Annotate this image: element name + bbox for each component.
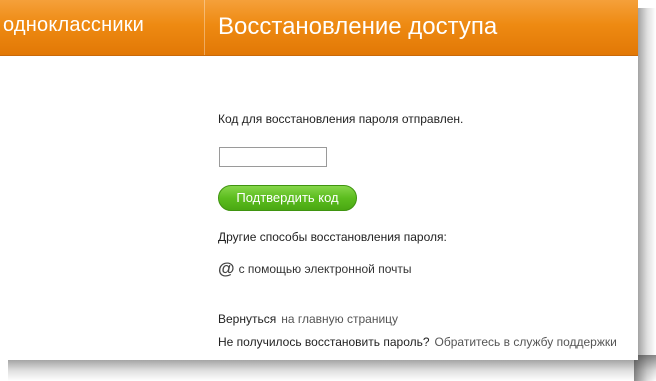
page-content: одноклассники Восстановление доступа Код… xyxy=(0,0,638,360)
header-bar: одноклассники Восстановление доступа xyxy=(0,0,638,56)
screenshot-frame: одноклассники Восстановление доступа Код… xyxy=(0,0,656,381)
return-home-line: Вернуться на главную страницу xyxy=(218,312,398,326)
return-prefix: Вернуться xyxy=(218,312,277,326)
recovery-code-input[interactable] xyxy=(219,147,327,167)
failed-question: Не получилось восстановить пароль? xyxy=(218,335,430,349)
home-page-link[interactable]: на главную страницу xyxy=(281,312,398,326)
email-recovery-link[interactable]: @ с помощью электронной почты xyxy=(218,260,411,278)
at-sign-icon: @ xyxy=(218,259,235,278)
support-link[interactable]: Обратитесь в службу поддержки xyxy=(435,335,617,349)
confirm-code-button[interactable]: Подтвердить код xyxy=(218,185,357,211)
page-title: Восстановление доступа xyxy=(218,13,498,40)
support-line: Не получилось восстановить пароль? Обрати… xyxy=(218,335,617,349)
header-divider xyxy=(204,0,205,55)
code-sent-message: Код для восстановления пароля отправлен. xyxy=(218,112,464,126)
email-recovery-label[interactable]: с помощью электронной почты xyxy=(239,262,412,276)
site-logo[interactable]: одноклассники xyxy=(3,14,144,37)
other-methods-label: Другие способы восстановления пароля: xyxy=(218,230,447,244)
